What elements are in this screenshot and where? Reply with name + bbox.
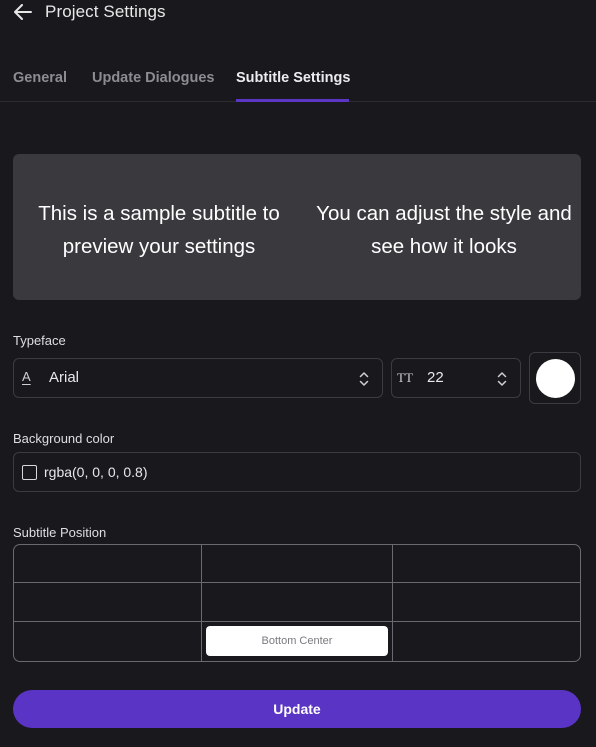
project-settings-page: Project Settings General Update Dialogue… <box>0 0 596 747</box>
header: Project Settings <box>13 0 166 24</box>
background-color-field[interactable]: rgba(0, 0, 0, 0.8) <box>13 452 581 492</box>
background-color-value: rgba(0, 0, 0, 0.8) <box>44 464 148 480</box>
font-family-value: Arial <box>49 369 80 386</box>
tab-subtitle-settings[interactable]: Subtitle Settings <box>236 70 350 86</box>
position-top-right[interactable] <box>393 545 580 583</box>
preview-subtitle-left: This is a sample subtitle to preview you… <box>38 202 280 258</box>
tab-bar: General Update Dialogues Subtitle Settin… <box>0 64 596 102</box>
arrow-left-icon[interactable] <box>13 2 33 22</box>
tab-general[interactable]: General <box>13 70 67 86</box>
subtitle-preview: This is a sample subtitle to preview you… <box>13 154 581 300</box>
position-top-left[interactable] <box>14 545 202 583</box>
preview-subtitle-right: You can adjust the style and see how it … <box>316 202 572 258</box>
update-button[interactable]: Update <box>13 690 581 728</box>
font-family-select[interactable]: A Arial <box>13 358 383 398</box>
text-size-icon: TT <box>397 370 413 385</box>
background-color-label: Background color <box>13 431 115 446</box>
subtitle-position-label: Subtitle Position <box>13 525 107 540</box>
typeface-label: Typeface <box>13 333 66 348</box>
position-bottom-right[interactable] <box>393 622 580 661</box>
position-bottom-center[interactable]: Bottom Center <box>202 622 393 661</box>
position-middle-left[interactable] <box>14 583 202 622</box>
font-size-select[interactable]: TT 22 <box>391 358 521 398</box>
subtitle-position-grid: Bottom Center <box>13 544 581 662</box>
selected-position-label: Bottom Center <box>206 626 388 656</box>
tab-update-dialogues[interactable]: Update Dialogues <box>92 70 214 86</box>
font-size-value: 22 <box>427 369 444 386</box>
font-icon: A <box>22 369 31 384</box>
background-color-swatch[interactable] <box>22 465 37 480</box>
position-middle-center[interactable] <box>202 583 393 622</box>
page-title: Project Settings <box>45 2 166 21</box>
chevron-up-down-icon <box>497 372 507 386</box>
position-top-center[interactable] <box>202 545 393 583</box>
position-middle-right[interactable] <box>393 583 580 622</box>
text-color-swatch <box>536 359 575 398</box>
text-color-picker[interactable] <box>529 352 581 404</box>
chevron-up-down-icon <box>359 372 369 386</box>
position-bottom-left[interactable] <box>14 622 202 661</box>
active-tab-indicator <box>236 99 349 102</box>
